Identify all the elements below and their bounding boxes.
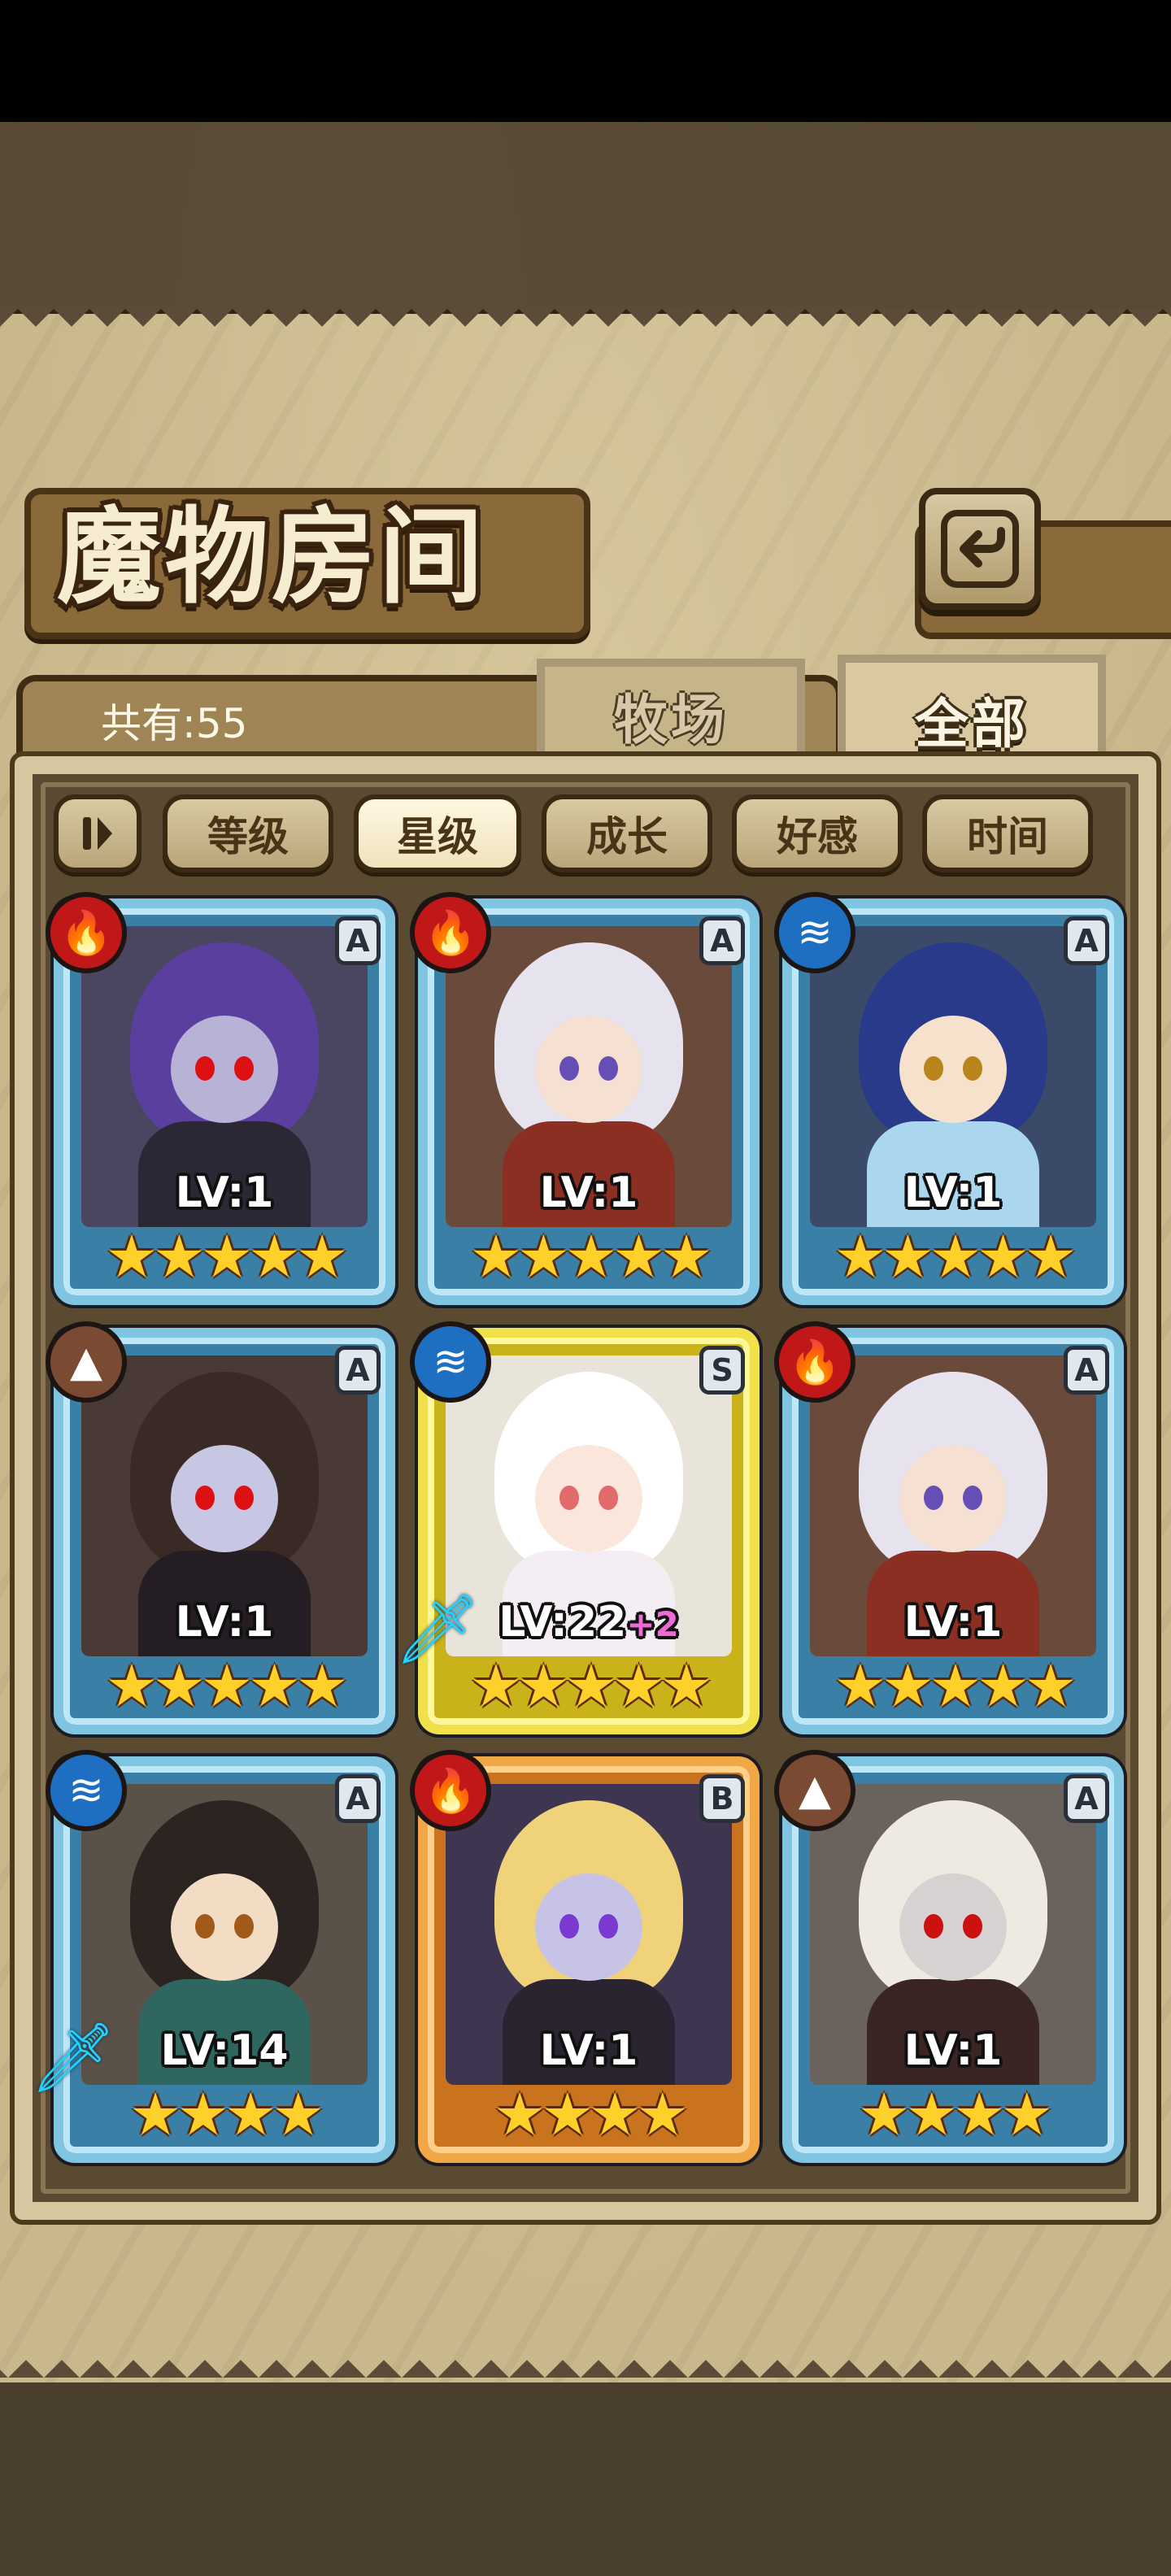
panel-edge-top [0, 309, 1171, 345]
earth-element-icon: ▲ [46, 1321, 127, 1403]
portrait-eye [234, 1914, 254, 1939]
portrait-eye [924, 1914, 943, 1939]
monster-card[interactable]: 🔥 B LV:1 ★★★★ [410, 1750, 760, 2163]
rank-badge: B [699, 1774, 745, 1823]
rank-badge: A [1064, 916, 1109, 965]
star-rating: ★★★★ [857, 2080, 1053, 2148]
portrait-eye [559, 1486, 579, 1510]
sort-by-star-button[interactable]: 星级 [354, 794, 521, 872]
page-title: 魔物房间 [57, 496, 487, 618]
level-text: LV:1 [539, 2026, 638, 2075]
portrait-eye [195, 1056, 215, 1081]
monster-card[interactable]: ≋ A 🗡 LV:14 ★★★★ [30, 1750, 395, 2163]
back-arrow-icon [941, 510, 1019, 588]
portrait-face [535, 1445, 642, 1552]
fire-element-icon: 🔥 [410, 1750, 491, 1831]
rank-badge: A [699, 916, 745, 965]
level-text: LV:1 [539, 1168, 638, 1217]
level-text: LV:22 [498, 1598, 627, 1647]
level-text: LV:1 [903, 1168, 1003, 1217]
portrait-face [171, 1445, 278, 1552]
star-rating: ★★★★ [493, 2080, 689, 2148]
sort-by-affection-button[interactable]: 好感 [732, 794, 903, 872]
portrait-eye [599, 1486, 618, 1510]
portrait-eye [559, 1914, 579, 1939]
rank-badge: S [699, 1346, 745, 1395]
monster-card[interactable]: ▲ A LV:1 ★★★★★ [46, 1321, 395, 1734]
star-rating: ★★★★★ [469, 1651, 713, 1720]
portrait-eye [924, 1486, 943, 1510]
portrait-face [171, 1873, 278, 1981]
sort-by-level-button[interactable]: 等级 [163, 794, 333, 872]
portrait-eye [924, 1056, 943, 1081]
portrait-face [899, 1016, 1007, 1123]
monster-count: 共有:55 [101, 700, 248, 747]
portrait-face [535, 1016, 642, 1123]
level-label: LV:1 [782, 2026, 1124, 2075]
water-element-icon: ≋ [46, 1750, 127, 1831]
portrait-face [535, 1873, 642, 1981]
monster-card[interactable]: 🔥 A LV:1 ★★★★★ [774, 1321, 1124, 1734]
portrait-face [899, 1445, 1007, 1552]
portrait-eye [234, 1486, 254, 1510]
back-button[interactable] [919, 488, 1041, 610]
monster-card[interactable]: ≋ A LV:1 ★★★★★ [774, 892, 1124, 1305]
monster-card[interactable]: 🔥 A LV:1 ★★★★★ [46, 892, 395, 1305]
fire-element-icon: 🔥 [410, 892, 491, 973]
level-label: LV:1 [782, 1168, 1124, 1217]
rank-badge: A [335, 1346, 381, 1395]
portrait-face [899, 1873, 1007, 1981]
star-rating: ★★★★ [128, 2080, 324, 2148]
level-label: LV:1 [418, 1168, 760, 1217]
panel-edge-bottom [0, 2342, 1171, 2378]
level-label: LV:1 [54, 1598, 395, 1647]
status-bar [0, 0, 1171, 122]
star-rating: ★★★★★ [469, 1222, 713, 1290]
portrait-eye [234, 1056, 254, 1081]
rank-badge: A [335, 916, 381, 965]
level-text: LV:1 [903, 1598, 1003, 1647]
portrait-face [171, 1016, 278, 1123]
fire-element-icon: 🔥 [46, 892, 127, 973]
rank-badge: A [335, 1774, 381, 1823]
enhance-plus: +2 [626, 1604, 679, 1644]
level-text: LV:1 [175, 1168, 274, 1217]
portrait-eye [559, 1056, 579, 1081]
portrait-eye [195, 1486, 215, 1510]
rank-badge: A [1064, 1346, 1109, 1395]
portrait-eye [599, 1914, 618, 1939]
monster-card[interactable]: ▲ A LV:1 ★★★★ [774, 1750, 1124, 2163]
sort-by-growth-button[interactable]: 成长 [542, 794, 712, 872]
star-rating: ★★★★★ [105, 1222, 349, 1290]
star-rating: ★★★★★ [105, 1651, 349, 1720]
sort-order-toggle[interactable] [54, 794, 141, 872]
level-label: LV:14 [54, 2026, 395, 2075]
portrait-eye [963, 1486, 982, 1510]
monster-card[interactable]: ≋ S 🗡 LV:22+2 ★★★★★ [394, 1321, 760, 1734]
portrait-eye [599, 1056, 618, 1081]
portrait-eye [963, 1914, 982, 1939]
portrait-eye [195, 1914, 215, 1939]
level-label: LV:1 [54, 1168, 395, 1217]
level-label: LV:1 [418, 2026, 760, 2075]
level-text: LV:1 [175, 1598, 274, 1647]
star-rating: ★★★★★ [834, 1651, 1077, 1720]
level-label: LV:1 [782, 1598, 1124, 1647]
level-text: LV:14 [160, 2026, 289, 2075]
sort-by-time-button[interactable]: 时间 [922, 794, 1093, 872]
portrait-eye [963, 1056, 982, 1081]
water-element-icon: ≋ [410, 1321, 491, 1403]
level-label: LV:22+2 [418, 1598, 760, 1647]
monster-card[interactable]: 🔥 A LV:1 ★★★★★ [410, 892, 760, 1305]
tab-farm[interactable]: 牧场 [537, 659, 805, 764]
water-element-icon: ≋ [774, 892, 855, 973]
map-strip-top [0, 122, 1171, 309]
star-rating: ★★★★★ [834, 1222, 1077, 1290]
rank-badge: A [1064, 1774, 1109, 1823]
sort-order-icon [83, 817, 112, 850]
level-text: LV:1 [903, 2026, 1003, 2075]
earth-element-icon: ▲ [774, 1750, 855, 1831]
fire-element-icon: 🔥 [774, 1321, 855, 1403]
map-strip-bottom [0, 2382, 1171, 2576]
